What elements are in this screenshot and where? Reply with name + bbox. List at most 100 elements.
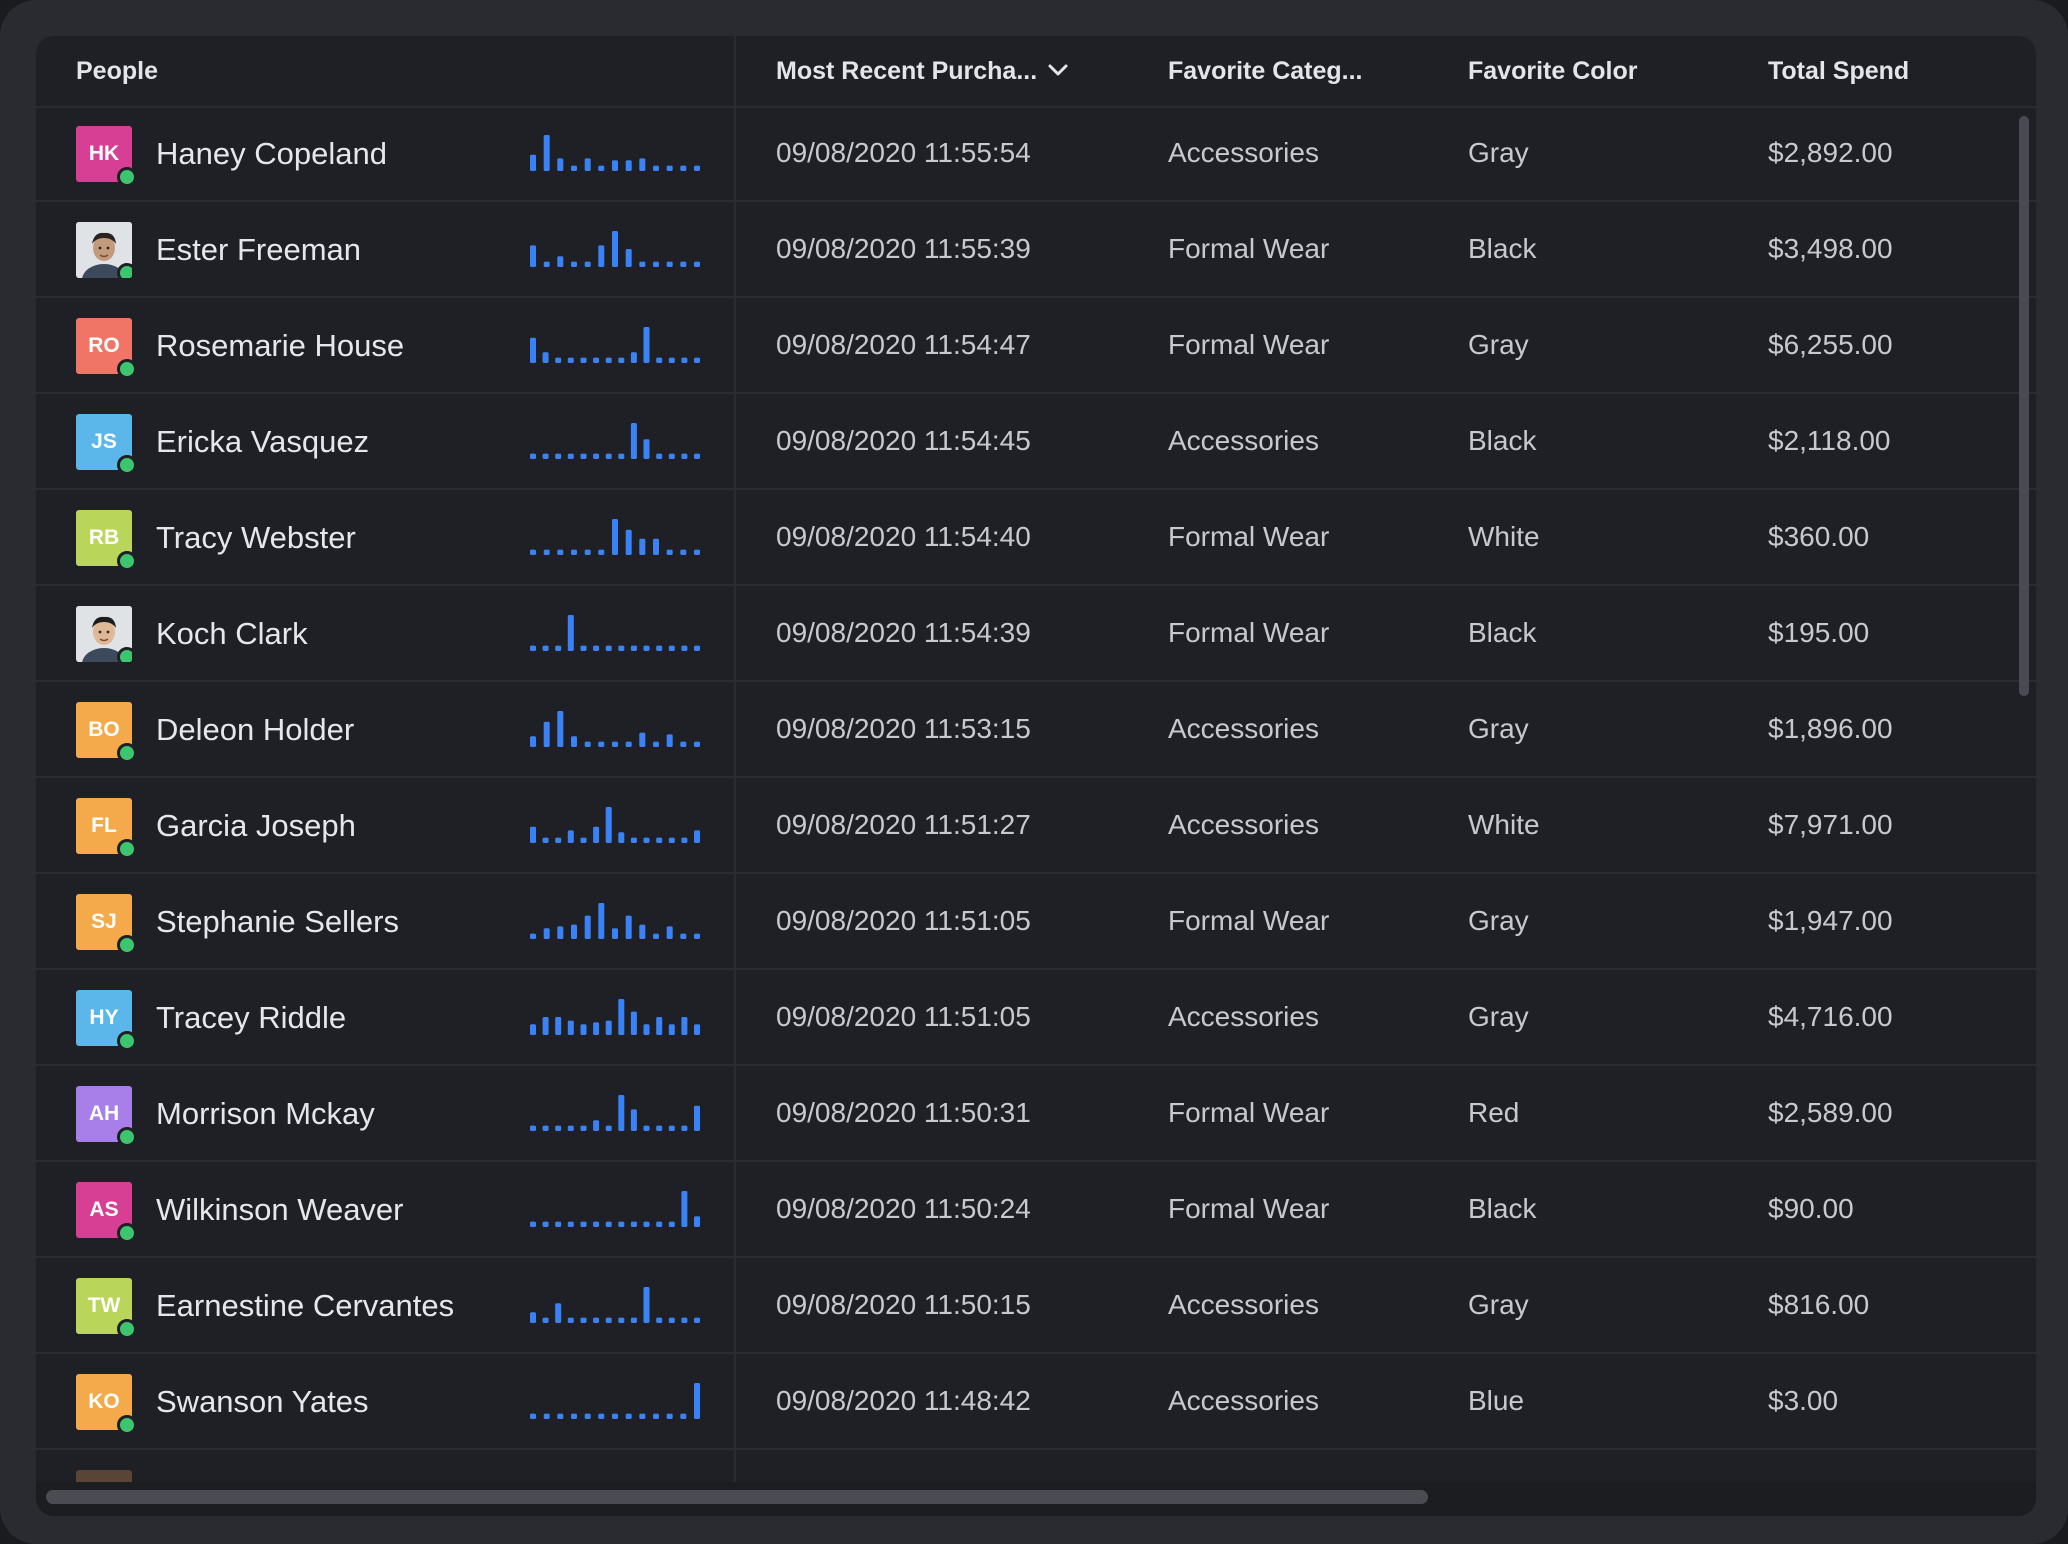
- person-name[interactable]: Swanson Yates: [156, 1354, 369, 1450]
- table-row[interactable]: SJ Stephanie Sellers 09/08/2020 11:51:05 Fo…: [36, 874, 2036, 970]
- column-header-most-recent-purchase[interactable]: Most Recent Purcha...: [776, 36, 1069, 106]
- purchase-date-cell: 09/08/2020 11:54:39: [776, 617, 1031, 648]
- sparkline-bar: [530, 736, 536, 747]
- table-row[interactable]: Ester Freeman 09/08/2020 11:55:39 Formal W…: [36, 202, 2036, 298]
- person-name[interactable]: Koch Clark: [156, 586, 308, 682]
- activity-sparkline: [530, 1095, 700, 1131]
- sparkline-bar: [557, 711, 564, 747]
- table-row[interactable]: AS Wilkinson Weaver 09/08/2020 11:50:24 For…: [36, 1162, 2036, 1258]
- column-header-people[interactable]: People: [76, 36, 158, 106]
- sparkline-bar: [630, 352, 637, 363]
- sparkline-bar: [694, 357, 700, 363]
- person-name[interactable]: Tracy Webster: [156, 490, 356, 586]
- table-row[interactable]: RB Tracy Webster 09/08/2020 11:54:40 Formal…: [36, 490, 2036, 586]
- vertical-scrollbar[interactable]: [2019, 116, 2029, 696]
- favorite-color-cell: Gray: [1468, 905, 1529, 936]
- sparkline-bar: [666, 549, 673, 555]
- sparkline-bar: [643, 1125, 650, 1131]
- sparkline-bar: [643, 645, 650, 651]
- sparkline-bar: [625, 915, 632, 939]
- avatar-initials: AS: [89, 1198, 119, 1221]
- activity-sparkline: [530, 327, 700, 363]
- table-row[interactable]: BO Deleon Holder 09/08/2020 11:53:15 Access…: [36, 682, 2036, 778]
- sparkline-bar: [656, 1317, 663, 1323]
- person-name[interactable]: Stephanie Sellers: [156, 874, 399, 970]
- activity-sparkline: [530, 135, 700, 171]
- table-row[interactable]: KO Swanson Yates 09/08/2020 11:48:42 Access…: [36, 1354, 2036, 1450]
- sparkline-bar: [656, 1221, 663, 1227]
- sparkline-bar: [593, 357, 600, 363]
- sparkline-bar: [694, 830, 700, 843]
- sparkline-bar: [653, 261, 659, 267]
- person-name[interactable]: Rosemarie House: [156, 298, 404, 394]
- table-row[interactable]: AH Morrison Mckay 09/08/2020 11:50:31 Forma…: [36, 1066, 2036, 1162]
- sparkline-bar: [605, 645, 612, 651]
- sparkline-bar: [555, 453, 562, 459]
- sparkline-bar: [598, 549, 605, 555]
- activity-sparkline: [530, 711, 700, 747]
- table-row[interactable]: FL Garcia Joseph 09/08/2020 11:51:27 Access…: [36, 778, 2036, 874]
- total-spend-cell: $2,118.00: [1768, 425, 1891, 456]
- table-row[interactable]: Koch Clark 09/08/2020 11:54:39 Formal Wear…: [36, 586, 2036, 682]
- sparkline-bar: [681, 1317, 688, 1323]
- column-header-total-spend[interactable]: Total Spend: [1768, 36, 1909, 106]
- avatar-initials: HY: [89, 1006, 119, 1029]
- activity-sparkline: [530, 519, 700, 555]
- online-status-icon: [117, 647, 132, 662]
- sparkline-bar: [694, 165, 700, 171]
- sparkline-bar: [580, 1317, 587, 1323]
- table-row[interactable]: HK Haney Copeland 09/08/2020 11:55:54 Acces…: [36, 106, 2036, 202]
- avatar-initials: FL: [91, 814, 117, 837]
- total-spend-cell: $7,971.00: [1768, 809, 1893, 840]
- sparkline-bar: [625, 160, 632, 171]
- column-header-favorite-category[interactable]: Favorite Categ...: [1168, 36, 1363, 106]
- person-name[interactable]: Haney Copeland: [156, 106, 387, 202]
- favorite-category-cell: Formal Wear: [1168, 617, 1330, 648]
- column-header-favorite-color[interactable]: Favorite Color: [1468, 36, 1637, 106]
- sparkline-bar: [584, 261, 591, 267]
- sparkline-bar: [557, 158, 564, 171]
- person-name[interactable]: Garcia Joseph: [156, 778, 356, 874]
- person-name[interactable]: Morrison Mckay: [156, 1066, 375, 1162]
- chevron-down-icon[interactable]: [1047, 63, 1069, 77]
- activity-sparkline: [530, 1191, 700, 1227]
- sparkline-bar: [605, 1020, 612, 1035]
- person-name[interactable]: Ester Freeman: [156, 202, 361, 298]
- online-status-icon: [117, 839, 137, 859]
- avatar: JS: [76, 414, 137, 475]
- person-name[interactable]: Earnestine Cervantes: [156, 1258, 454, 1354]
- sparkline-bar: [681, 1017, 688, 1035]
- favorite-category-cell: Accessories: [1168, 137, 1319, 168]
- activity-sparkline: [530, 231, 700, 267]
- sparkline-bar: [666, 165, 673, 171]
- sparkline-bar: [598, 165, 605, 171]
- person-name[interactable]: Ericka Vasquez: [156, 394, 369, 490]
- sparkline-bar: [668, 1221, 675, 1227]
- avatar: KO: [76, 1374, 137, 1435]
- sparkline-bar: [567, 1317, 574, 1323]
- person-name[interactable]: Tracey Riddle: [156, 970, 346, 1066]
- favorite-color-cell: Red: [1468, 1097, 1520, 1128]
- sparkline-bar: [618, 1221, 625, 1227]
- person-name[interactable]: Wilkinson Weaver: [156, 1162, 404, 1258]
- table-row[interactable]: RO Rosemarie House 09/08/2020 11:54:47 Form…: [36, 298, 2036, 394]
- table-header: People Most Recent Purcha... Favorite Ca…: [36, 36, 2036, 108]
- avatar-initials: RO: [88, 334, 120, 357]
- person-name[interactable]: Deleon Holder: [156, 682, 354, 778]
- sparkline-bar: [584, 915, 591, 939]
- sparkline-bar: [680, 741, 687, 747]
- table-row[interactable]: TW Earnestine Cervantes 09/08/2020 11:50:1…: [36, 1258, 2036, 1354]
- total-spend-cell: $90.00: [1768, 1193, 1854, 1224]
- avatar: AH: [76, 1086, 137, 1147]
- sparkline-bar: [643, 1024, 650, 1035]
- sparkline-bar: [530, 826, 536, 843]
- horizontal-scrollbar[interactable]: [46, 1490, 1428, 1504]
- sparkline-bar: [555, 1221, 562, 1227]
- sparkline-bar: [630, 423, 637, 459]
- table-row[interactable]: HY Tracey Riddle 09/08/2020 11:51:05 Access…: [36, 970, 2036, 1066]
- sparkline-bar: [567, 357, 574, 363]
- table-row[interactable]: JS Ericka Vasquez 09/08/2020 11:54:45 Acces…: [36, 394, 2036, 490]
- sparkline-bar: [694, 549, 700, 555]
- purchase-date-cell: 09/08/2020 11:53:15: [776, 713, 1031, 744]
- sparkline-bar: [555, 1017, 562, 1035]
